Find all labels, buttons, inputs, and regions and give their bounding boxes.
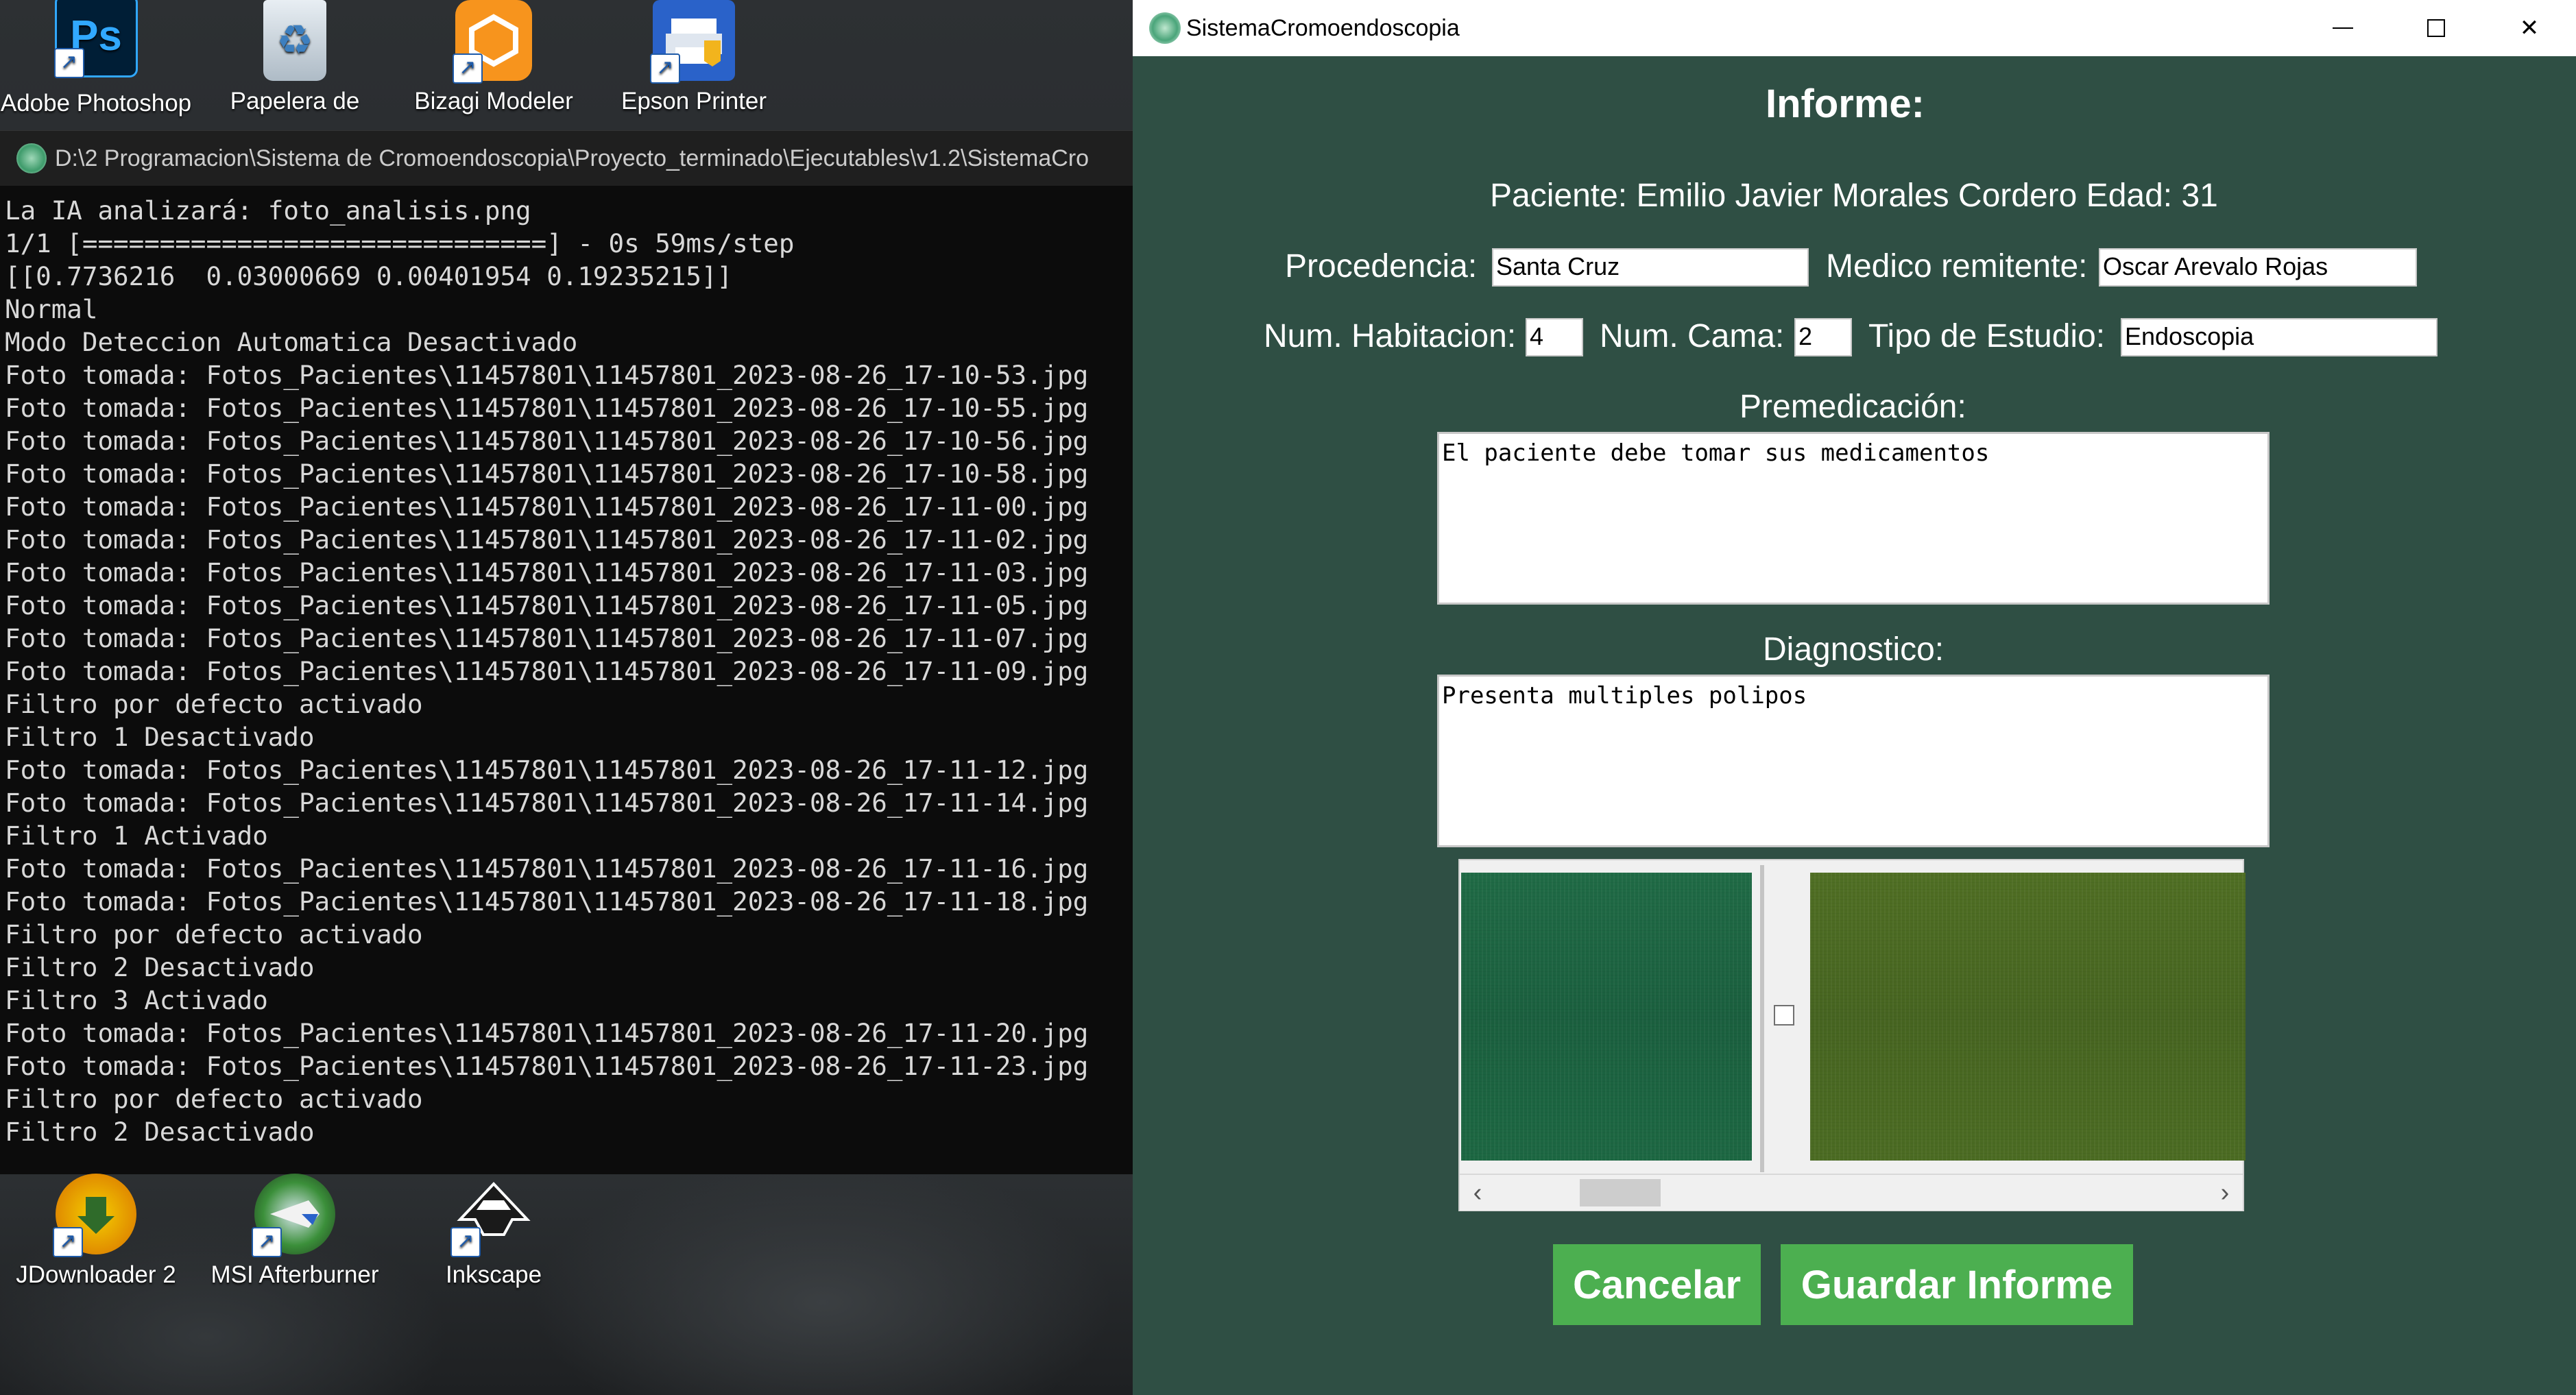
console-line: Filtro por defecto activado (5, 1084, 423, 1114)
console-line: Foto tomada: Fotos_Pacientes\11457801\11… (5, 459, 1089, 489)
shortcut-arrow-icon: ↗ (53, 48, 84, 78)
scroll-thumb[interactable] (1580, 1179, 1661, 1206)
console-line: Filtro 1 Activado (5, 821, 268, 851)
app-title-bar[interactable]: SistemaCromoendoscopia ✕ (1133, 0, 2576, 56)
premedicacion-label: Premedicación: (1740, 389, 1966, 425)
app-logo-icon (16, 143, 47, 173)
save-report-button[interactable]: Guardar Informe (1781, 1244, 2133, 1325)
inkscape-icon: ↗ (450, 1174, 534, 1257)
bizagi-icon: ↗ (453, 0, 532, 84)
cama-input[interactable]: 2 (1794, 318, 1852, 356)
desktop-icon-label: Adobe Photoshop (0, 90, 192, 117)
maximize-icon (2427, 19, 2445, 37)
estudio-label: Tipo de Estudio: (1868, 318, 2106, 354)
console-output[interactable]: La IA analizará: foto_analisis.png 1/1 [=… (0, 186, 1133, 1161)
shortcut-arrow-icon: ↗ (650, 53, 680, 84)
jdownloader-icon: ↗ (53, 1174, 136, 1257)
desktop-icon-label: Inkscape (445, 1261, 542, 1288)
console-line: Foto tomada: Fotos_Pacientes\11457801\11… (5, 788, 1089, 818)
minimize-icon (2333, 27, 2353, 29)
console-line: Foto tomada: Fotos_Pacientes\11457801\11… (5, 524, 1089, 555)
console-line: Filtro 3 Activado (5, 985, 268, 1015)
cama-label: Num. Cama: (1600, 318, 1785, 354)
console-line: Foto tomada: Fotos_Pacientes\11457801\11… (5, 360, 1089, 390)
console-line: Foto tomada: Fotos_Pacientes\11457801\11… (5, 853, 1089, 884)
console-line: [[0.7736216 0.03000669 0.00401954 0.1923… (5, 261, 733, 291)
epson-printer-icon: ↗ (650, 0, 735, 84)
recycle-bin-icon: ♻ (263, 0, 326, 81)
scroll-left-icon[interactable]: ‹ (1460, 1175, 1495, 1211)
console-line: Foto tomada: Fotos_Pacientes\11457801\11… (5, 393, 1089, 423)
gallery-scrollbar[interactable]: ‹ › (1460, 1174, 2243, 1211)
console-window[interactable]: D:\2 Programacion\Sistema de Cromoendosc… (0, 130, 1133, 1174)
habitacion-input[interactable]: 4 (1526, 318, 1583, 356)
photo-thumbnail[interactable] (1461, 873, 1752, 1161)
desktop-icon-label: JDownloader 2 (16, 1261, 176, 1288)
photo-thumbnail[interactable] (1810, 873, 2246, 1161)
console-line: Normal (5, 294, 98, 324)
diagnostico-label: Diagnostico: (1763, 631, 1945, 668)
patient-info: Paciente: Emilio Javier Morales Cordero … (1490, 178, 2218, 214)
desktop-icon-bizagi[interactable]: ↗ Bizagi Modeler (391, 0, 597, 115)
procedencia-label: Procedencia: (1285, 248, 1478, 284)
desktop-icon-label: MSI Afterburner (210, 1261, 379, 1288)
medico-label: Medico remitente: (1826, 248, 2088, 284)
close-button[interactable]: ✕ (2483, 0, 2576, 56)
desktop-icon-jdownloader[interactable]: ↗ JDownloader 2 (0, 1174, 199, 1289)
desktop-icon-epson[interactable]: ↗ Epson Printer (591, 0, 797, 115)
cancel-button[interactable]: Cancelar (1553, 1244, 1761, 1325)
console-line: Filtro 2 Desactivado (5, 952, 315, 982)
app-title: SistemaCromoendoscopia (1186, 14, 1460, 41)
habitacion-label: Num. Habitacion: (1264, 318, 1517, 354)
console-title: D:\2 Programacion\Sistema de Cromoendosc… (55, 145, 1090, 171)
console-line: Foto tomada: Fotos_Pacientes\11457801\11… (5, 557, 1089, 587)
photoshop-icon: Ps ↗ (53, 0, 138, 78)
maximize-button[interactable] (2390, 0, 2483, 56)
shortcut-arrow-icon: ↗ (453, 53, 483, 84)
msi-afterburner-icon: ↗ (252, 1174, 335, 1257)
console-line: Foto tomada: Fotos_Pacientes\11457801\11… (5, 492, 1089, 522)
desktop-icon-recycle-bin[interactable]: ♻ Papelera de (192, 0, 398, 115)
console-line: Foto tomada: Fotos_Pacientes\11457801\11… (5, 590, 1089, 620)
console-line: Foto tomada: Fotos_Pacientes\11457801\11… (5, 656, 1089, 686)
console-line: 1/1 [==============================] - 0… (5, 228, 795, 258)
gallery-divider (1760, 865, 1764, 1172)
scroll-right-icon[interactable]: › (2207, 1175, 2243, 1211)
shortcut-arrow-icon: ↗ (252, 1227, 282, 1257)
console-line: Foto tomada: Fotos_Pacientes\11457801\11… (5, 623, 1089, 653)
console-line: Filtro por defecto activado (5, 919, 423, 949)
page-title: Informe: (1766, 82, 1925, 126)
desktop-icon-msi-afterburner[interactable]: ↗ MSI Afterburner (192, 1174, 398, 1289)
desktop-icon-label: Papelera de (230, 88, 360, 114)
premedicacion-textarea[interactable]: El paciente debe tomar sus medicamentos (1437, 432, 2270, 605)
console-line: Filtro por defecto activado (5, 689, 423, 719)
photo-select-checkbox[interactable] (1774, 1005, 1794, 1026)
desktop-icon-label: Bizagi Modeler (414, 88, 573, 114)
console-line: La IA analizará: foto_analisis.png (5, 195, 531, 226)
console-line: Foto tomada: Fotos_Pacientes\11457801\11… (5, 426, 1089, 456)
desktop-icon-inkscape[interactable]: ↗ Inkscape (391, 1174, 597, 1289)
close-icon: ✕ (2519, 15, 2540, 41)
console-line: Modo Deteccion Automatica Desactivado (5, 327, 578, 357)
shortcut-arrow-icon: ↗ (53, 1227, 83, 1257)
console-line: Foto tomada: Fotos_Pacientes\11457801\11… (5, 755, 1089, 785)
console-line: Foto tomada: Fotos_Pacientes\11457801\11… (5, 886, 1089, 917)
minimize-button[interactable] (2296, 0, 2390, 56)
app-logo-icon (1149, 12, 1181, 44)
desktop-icon-photoshop[interactable]: Ps ↗ Adobe Photoshop (0, 0, 199, 117)
shortcut-arrow-icon: ↗ (450, 1227, 481, 1257)
console-line: Filtro 1 Desactivado (5, 722, 315, 752)
console-line: Filtro 2 Desactivado (5, 1117, 315, 1147)
diagnostico-textarea[interactable]: Presenta multiples polipos (1437, 675, 2270, 847)
desktop-icon-label: Epson Printer (621, 88, 767, 114)
console-line: Foto tomada: Fotos_Pacientes\11457801\11… (5, 1018, 1089, 1048)
procedencia-input[interactable]: Santa Cruz (1492, 248, 1809, 287)
console-line: Foto tomada: Fotos_Pacientes\11457801\11… (5, 1051, 1089, 1081)
medico-input[interactable]: Oscar Arevalo Rojas (2099, 248, 2417, 287)
estudio-input[interactable]: Endoscopia (2121, 318, 2437, 356)
console-title-bar[interactable]: D:\2 Programacion\Sistema de Cromoendosc… (0, 131, 1133, 186)
